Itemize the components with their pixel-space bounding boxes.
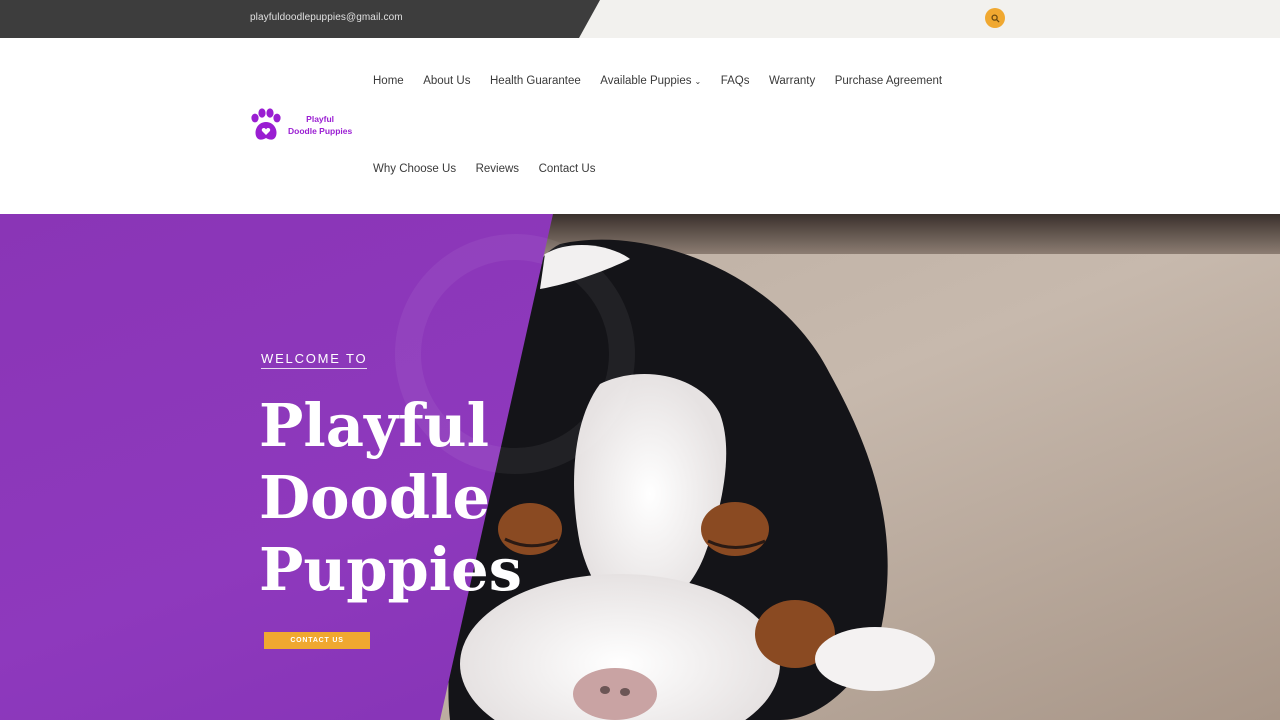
logo-text: Playful Doodle Puppies — [288, 113, 352, 137]
nav-item-label: Why Choose Us — [373, 163, 457, 175]
top-bar: playfuldoodlepuppies@gmail.com — [0, 0, 1280, 38]
nav-item-label: FAQs — [720, 75, 750, 87]
chevron-down-icon: ⌄ — [694, 76, 702, 86]
nav-item-label: Available Puppies — [600, 75, 692, 87]
hero-title-line-3: Puppies — [259, 535, 522, 604]
site-logo[interactable]: Playful Doodle Puppies — [248, 108, 352, 142]
nav-item-label: Health Guarantee — [490, 75, 581, 87]
nav-item-label: Reviews — [475, 163, 520, 175]
contact-us-button[interactable]: CONTACT US — [264, 632, 370, 649]
hero-title: Playful Doodle Puppies — [259, 390, 579, 606]
nav-item-about-us[interactable]: About Us — [423, 75, 470, 87]
nav-item-faqs[interactable]: FAQs — [721, 75, 750, 87]
hero-title-line-2: Doodle — [259, 463, 491, 532]
nav-item-label: Purchase Agreement — [834, 75, 943, 87]
hero-section: WELCOME TO Playful Doodle Puppies CONTAC… — [0, 214, 1280, 720]
paw-heart-icon — [251, 108, 281, 140]
nav-item-contact-us[interactable]: Contact Us — [539, 163, 596, 175]
nav-item-health-guarantee[interactable]: Health Guarantee — [490, 75, 581, 87]
nav-item-reviews[interactable]: Reviews — [476, 163, 519, 175]
search-icon — [990, 13, 1000, 23]
nav-item-purchase-agreement[interactable]: Purchase Agreement — [835, 75, 942, 87]
nav-item-why-choose-us[interactable]: Why Choose Us — [373, 163, 456, 175]
nav-item-home[interactable]: Home — [373, 75, 404, 87]
nav-item-label: Warranty — [768, 75, 816, 87]
site-header: Playful Doodle Puppies Home About Us Hea… — [0, 38, 1280, 214]
nav-item-label: About Us — [423, 75, 471, 87]
nav-item-warranty[interactable]: Warranty — [769, 75, 815, 87]
logo-line-1: Playful — [306, 114, 335, 124]
contact-email-link[interactable]: playfuldoodlepuppies@gmail.com — [250, 12, 403, 23]
main-nav-row-1: Home About Us Health Guarantee Available… — [373, 75, 962, 87]
nav-item-label: Contact Us — [538, 163, 596, 175]
main-nav-row-2: Why Choose Us Reviews Contact Us — [373, 163, 615, 175]
nav-item-label: Home — [373, 75, 404, 87]
logo-line-2: Doodle Puppies — [288, 126, 353, 136]
nav-item-available-puppies[interactable]: Available Puppies ⌄ — [600, 75, 701, 87]
search-button[interactable] — [985, 8, 1005, 28]
hero-welcome-label: WELCOME TO — [261, 351, 368, 369]
hero-title-line-1: Playful — [259, 391, 489, 460]
